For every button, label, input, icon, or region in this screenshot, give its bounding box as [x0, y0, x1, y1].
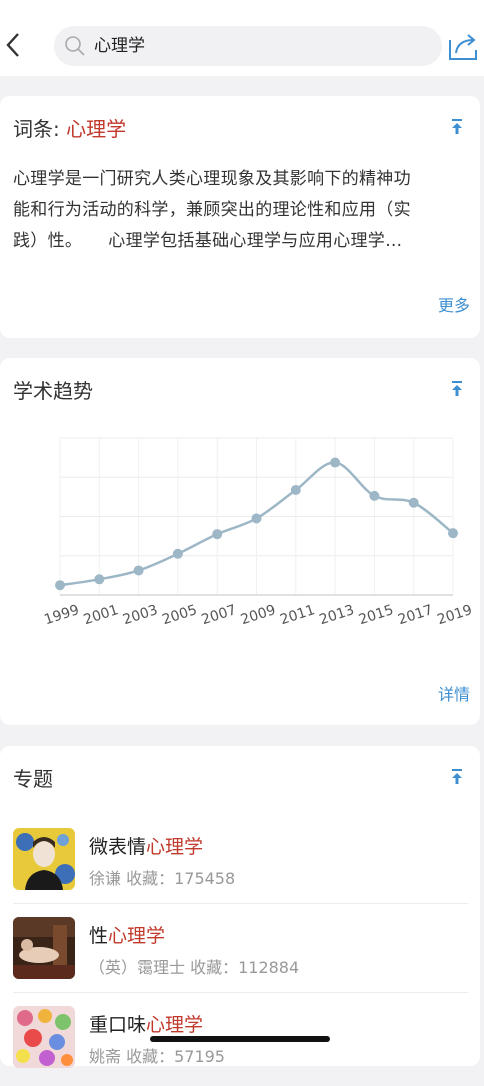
x-tick-label: 1999 [42, 602, 81, 628]
entry-label: 词条: [13, 117, 60, 141]
pin-top-icon[interactable] [449, 768, 465, 786]
topic-name: 重口味心理学 [89, 1014, 204, 1036]
topic-item[interactable]: 重口味心理学 姚斋 收藏：57195 [13, 1006, 468, 1086]
pin-top-icon[interactable] [449, 380, 465, 398]
detail-link[interactable]: 详情 [438, 681, 470, 705]
pin-top-icon[interactable] [449, 118, 465, 136]
search-input[interactable]: 心理学 [94, 35, 145, 57]
topic-thumbnail [13, 1006, 75, 1068]
data-point [290, 485, 301, 496]
divider [13, 903, 468, 904]
entry-term[interactable]: 心理学 [66, 117, 126, 141]
topic-thumbnail [13, 828, 75, 890]
x-tick-label: 2005 [160, 602, 199, 628]
x-tick-label: 2015 [357, 602, 396, 628]
share-icon[interactable] [447, 32, 481, 62]
topic-thumbnail [13, 917, 75, 979]
data-point [212, 529, 223, 540]
divider [13, 992, 468, 993]
data-point [251, 513, 262, 524]
x-tick-label: 2019 [435, 602, 474, 628]
search-bar[interactable]: 心理学 [54, 26, 442, 66]
data-point [330, 457, 341, 468]
search-icon [65, 36, 85, 56]
topic-meta: 姚斋 收藏：57195 [89, 1047, 225, 1066]
x-tick-label: 2003 [121, 602, 160, 628]
data-point [94, 574, 105, 585]
home-indicator [150, 1036, 330, 1042]
abstract-line: 心理学是一门研究人类心理现象及其影响下的精神功 [13, 169, 411, 189]
trend-title: 学术趋势 [13, 379, 93, 403]
data-point [408, 497, 419, 508]
topic-name: 微表情心理学 [89, 836, 204, 858]
x-tick-label: 2009 [239, 602, 278, 628]
abstract-line: 能和行为活动的科学，兼顾突出的理论性和应用（实 [13, 200, 411, 220]
abstract-line: 践）性。 心理学包括基础心理学与应用心理学… [13, 231, 403, 251]
entry-title: 词条: 心理学 [13, 116, 126, 142]
top-bar: 心理学 [0, 0, 484, 76]
back-arrow-icon[interactable] [2, 30, 32, 60]
data-point [55, 580, 65, 591]
x-tick-label: 2007 [200, 602, 239, 628]
topic-item[interactable]: 性心理学 （英）霭理士 收藏：112884 [13, 917, 468, 997]
topic-meta: （英）霭理士 收藏：112884 [89, 958, 300, 977]
topic-meta: 徐谦 收藏：175458 [89, 869, 236, 888]
x-tick-label: 2013 [317, 602, 356, 628]
x-tick-label: 2001 [82, 602, 121, 628]
data-point [448, 528, 458, 539]
topics-title: 专题 [13, 767, 53, 791]
entry-abstract: 心理学是一门研究人类心理现象及其影响下的精神功 能和行为活动的科学，兼顾突出的理… [13, 164, 468, 257]
topic-name: 性心理学 [89, 925, 166, 947]
trend-chart: 1999 2001 2003 2005 2007 2009 2011 2013 2015 2017… [42, 437, 474, 628]
topic-item[interactable]: 微表情心理学 徐谦 收藏：175458 [13, 828, 468, 908]
data-point [369, 490, 380, 501]
x-tick-label: 2017 [396, 602, 435, 628]
more-link[interactable]: 更多 [438, 292, 470, 316]
data-point [172, 548, 183, 559]
data-point [133, 565, 144, 576]
x-tick-label: 2011 [278, 602, 317, 628]
